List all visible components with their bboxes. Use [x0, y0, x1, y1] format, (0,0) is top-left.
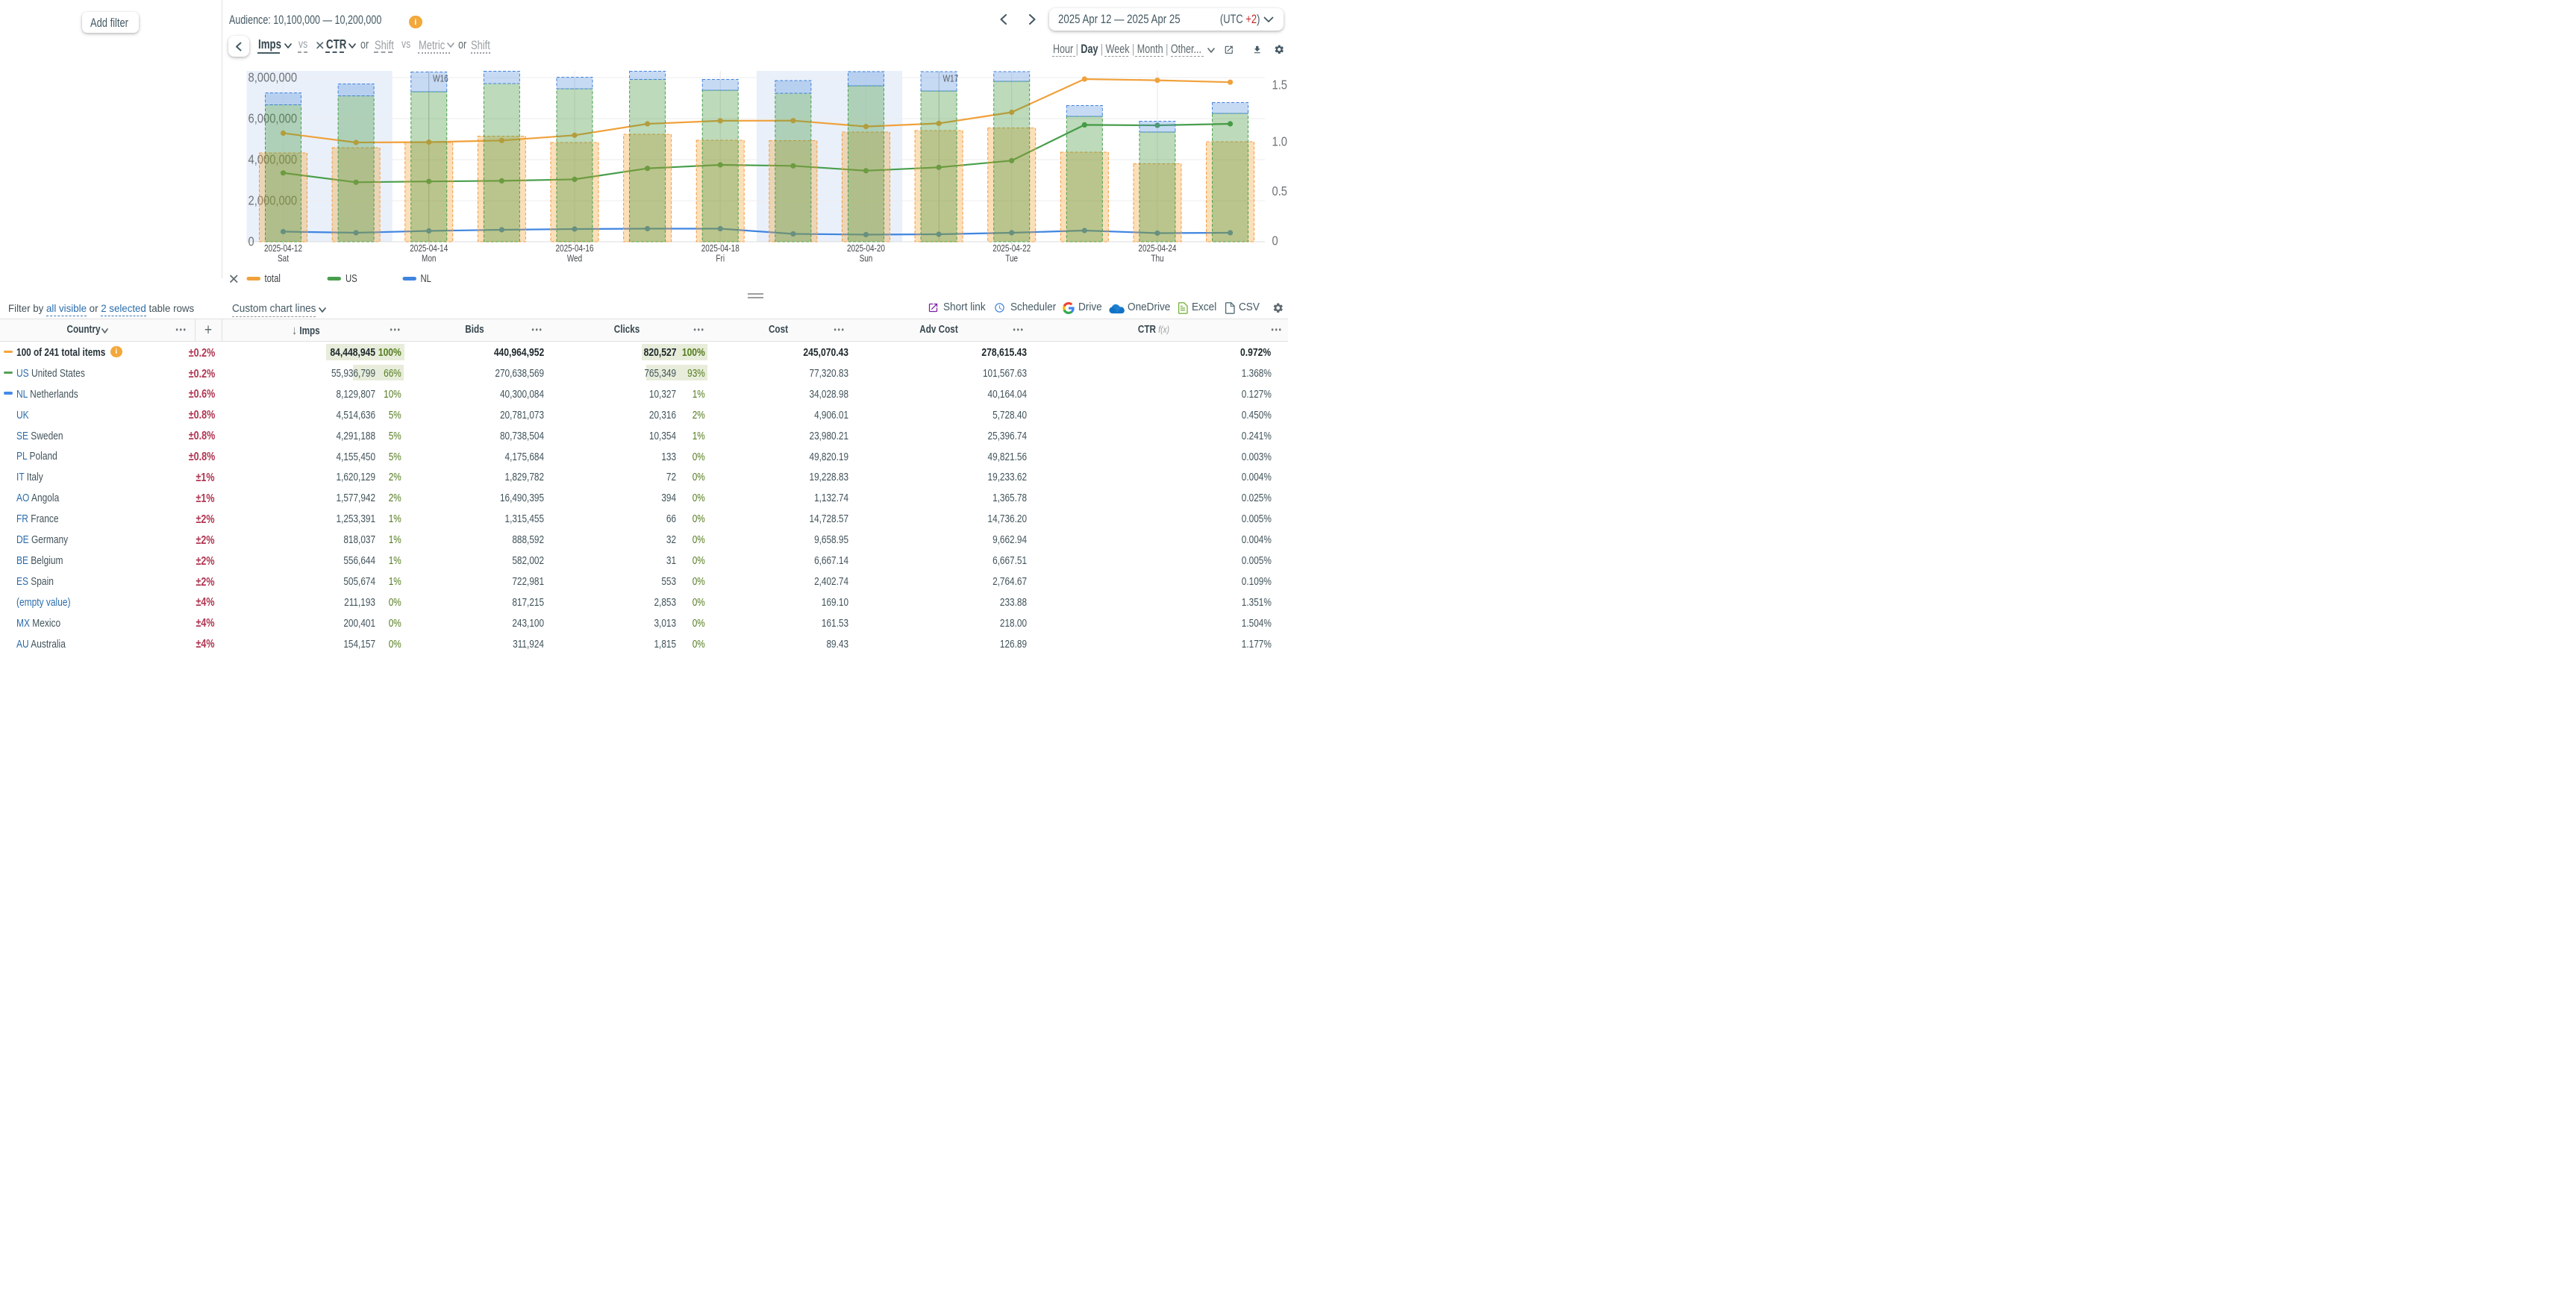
- svg-text:0: 0: [1272, 234, 1278, 248]
- svg-text:Sun: Sun: [860, 254, 873, 263]
- svg-text:W16: W16: [433, 73, 448, 84]
- svg-text:8,000,000: 8,000,000: [248, 70, 298, 85]
- svg-text:Sat: Sat: [278, 254, 290, 263]
- svg-text:W17: W17: [943, 73, 959, 84]
- svg-text:Thu: Thu: [1151, 254, 1163, 263]
- svg-text:0.5: 0.5: [1272, 184, 1287, 199]
- svg-text:2025-04-16: 2025-04-16: [555, 244, 593, 254]
- svg-text:2025-04-12: 2025-04-12: [264, 244, 302, 254]
- svg-text:2025-04-18: 2025-04-18: [701, 244, 740, 254]
- svg-text:2025-04-24: 2025-04-24: [1138, 244, 1177, 254]
- svg-text:1.5: 1.5: [1272, 78, 1287, 93]
- svg-text:Wed: Wed: [567, 254, 582, 263]
- svg-text:NL: NL: [421, 272, 431, 285]
- svg-text:2025-04-14: 2025-04-14: [410, 244, 448, 254]
- svg-text:US: US: [346, 272, 357, 285]
- svg-text:2025-04-22: 2025-04-22: [992, 244, 1031, 254]
- svg-text:0: 0: [248, 234, 254, 249]
- svg-text:Mon: Mon: [422, 254, 436, 263]
- svg-text:1.0: 1.0: [1272, 134, 1287, 149]
- svg-text:Tue: Tue: [1005, 254, 1018, 263]
- svg-text:Fri: Fri: [716, 254, 725, 263]
- svg-text:2025-04-20: 2025-04-20: [847, 244, 885, 254]
- svg-text:total: total: [265, 272, 281, 285]
